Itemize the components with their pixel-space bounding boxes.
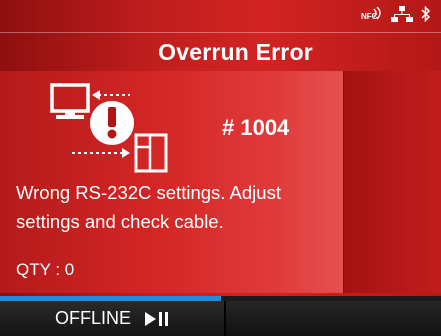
play-pause-icon xyxy=(145,311,169,327)
status-icons: NFC xyxy=(361,5,431,27)
offline-label: OFFLINE xyxy=(54,308,131,328)
error-message-line-1: Wrong RS-232C settings. Adjust xyxy=(16,182,281,203)
bottom-bar: OFFLINE xyxy=(0,296,441,336)
error-message: Wrong RS-232C settings. Adjust settings … xyxy=(16,178,338,236)
side-panel xyxy=(343,71,441,293)
printer-display: NFC Overrun Error # 1004 Wrong RS-232C s… xyxy=(0,0,441,336)
right-softkey-button[interactable] xyxy=(226,301,441,336)
title-bar: Overrun Error xyxy=(0,32,441,72)
network-icon xyxy=(391,6,413,27)
nfc-icon: NFC xyxy=(361,6,383,26)
error-code: # 1004 xyxy=(222,115,290,140)
error-panel: # 1004 Wrong RS-232C settings. Adjust se… xyxy=(0,71,343,293)
quantity-label: QTY : 0 xyxy=(16,260,75,279)
status-bar: NFC xyxy=(0,0,441,32)
error-message-line-2: settings and check cable. xyxy=(16,211,224,232)
offline-button[interactable]: OFFLINE xyxy=(0,301,226,336)
computer-printer-error-icon xyxy=(50,81,168,173)
bluetooth-icon xyxy=(421,5,431,27)
page-title: Overrun Error xyxy=(158,38,313,65)
